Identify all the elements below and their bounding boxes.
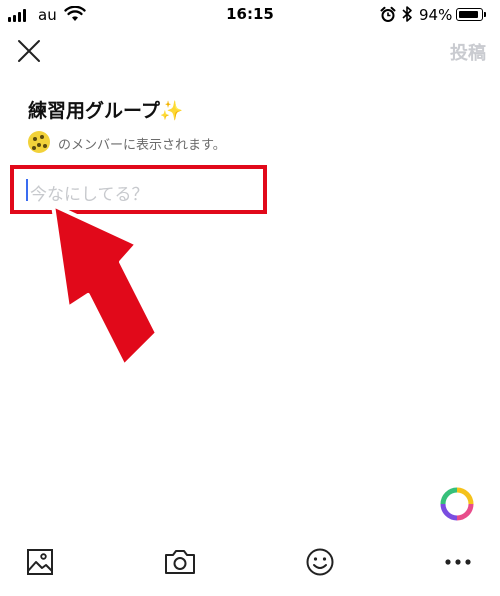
photo-button[interactable] bbox=[22, 544, 58, 580]
more-button[interactable] bbox=[440, 544, 476, 580]
sticker-button[interactable] bbox=[302, 544, 338, 580]
sticker-icon bbox=[306, 548, 334, 576]
annotation-arrow bbox=[51, 203, 159, 368]
more-icon bbox=[445, 559, 471, 565]
post-composer-screen: au 16:15 94% 投稿 練習用グループ✨ のメンバーに表示されます。 今… bbox=[0, 0, 500, 596]
camera-icon bbox=[165, 550, 195, 574]
color-wheel-icon[interactable] bbox=[440, 487, 474, 521]
photo-icon bbox=[27, 549, 53, 575]
camera-button[interactable] bbox=[162, 544, 198, 580]
